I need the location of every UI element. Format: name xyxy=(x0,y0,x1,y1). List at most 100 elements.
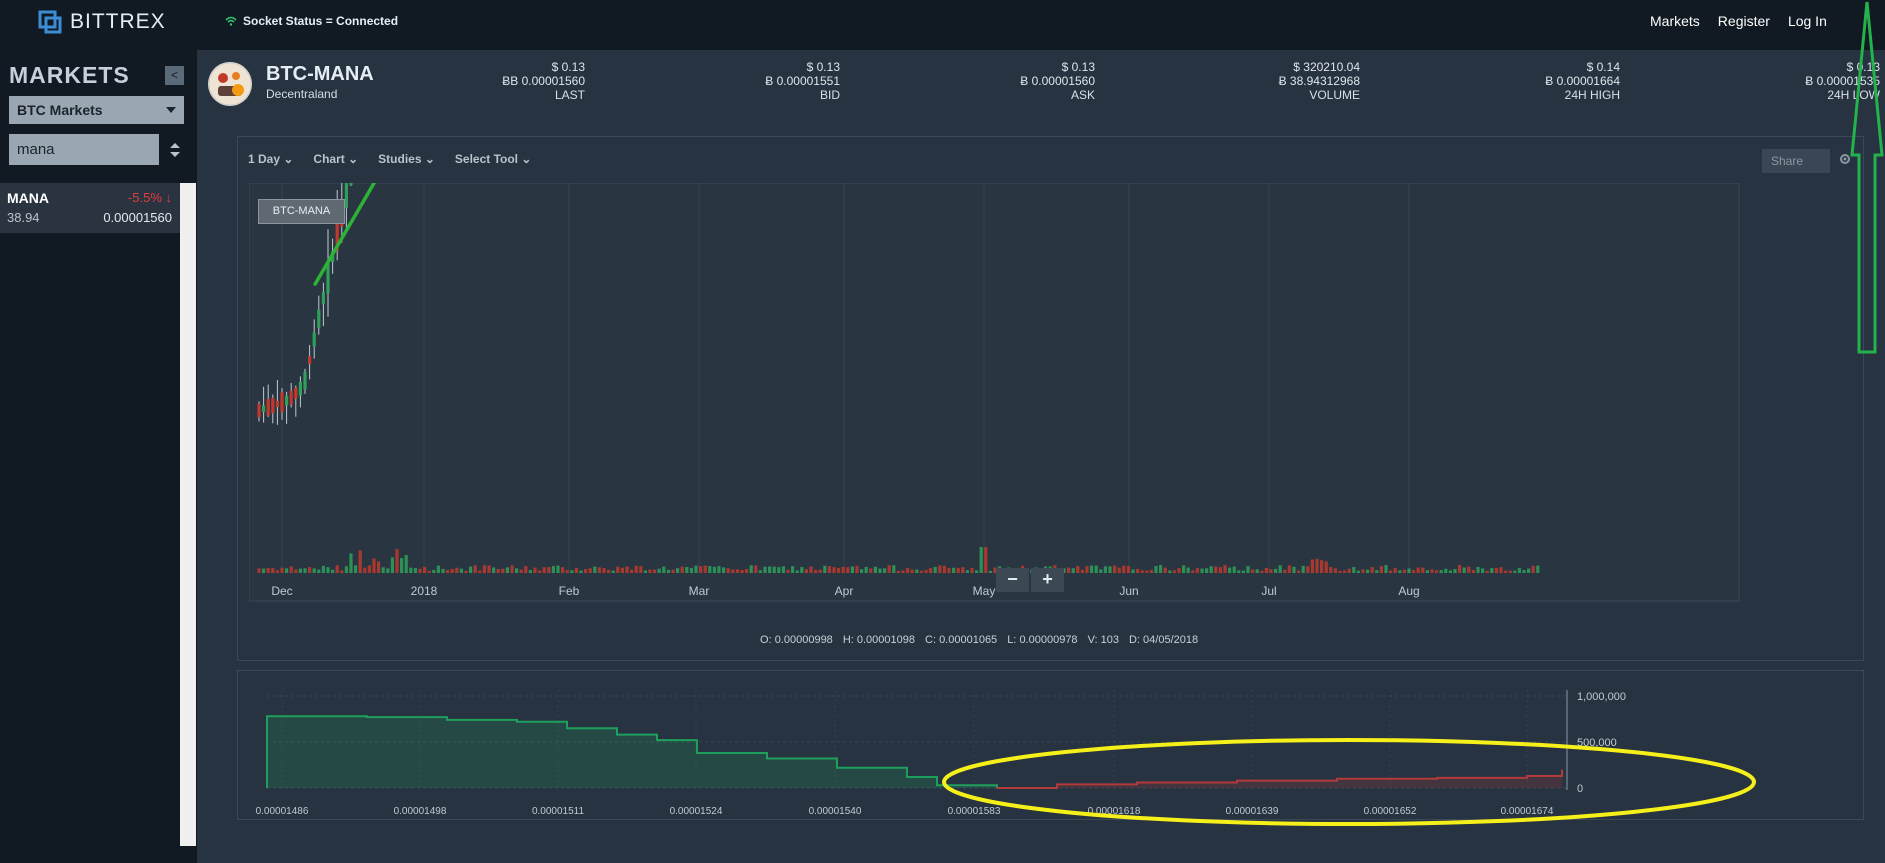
volume-bar xyxy=(1499,567,1503,573)
volume-bar xyxy=(952,567,956,573)
x-tick-label: Mar xyxy=(689,584,710,598)
sort-icon[interactable] xyxy=(169,142,181,158)
volume-bar xyxy=(1329,566,1333,573)
candle xyxy=(294,387,298,399)
market-select-value: BTC Markets xyxy=(17,102,103,118)
volume-bar xyxy=(772,566,776,573)
interval-dropdown[interactable]: 1 Day ⌄ xyxy=(248,152,293,166)
depth-x-tick-label: 0.00001486 xyxy=(256,806,309,817)
volume-bar xyxy=(1228,567,1232,573)
volume-bar xyxy=(1379,566,1383,573)
market-select[interactable]: BTC Markets xyxy=(9,96,184,124)
volume-bar xyxy=(1145,570,1149,573)
volume-bar xyxy=(689,567,693,573)
volume-bar xyxy=(584,569,588,573)
volume-bar xyxy=(257,568,261,573)
volume-bar xyxy=(367,565,371,573)
volume-bar xyxy=(818,569,822,573)
nav-register[interactable]: Register xyxy=(1718,13,1770,29)
nav-markets[interactable]: Markets xyxy=(1650,13,1700,29)
depth-chart[interactable]: 1,000,000500,00000.00001486 0.00001498 0.0… xyxy=(237,670,1885,830)
share-button[interactable]: Share xyxy=(1762,149,1830,173)
sidebar-collapse-button[interactable]: < xyxy=(165,66,184,85)
volume-bar xyxy=(538,570,542,573)
volume-bar xyxy=(653,569,657,573)
volume-bar xyxy=(975,570,979,573)
volume-bar xyxy=(432,569,436,573)
zoom-in-button[interactable]: + xyxy=(1031,568,1064,592)
volume-bar xyxy=(588,568,592,573)
sidebar-scrollbar[interactable] xyxy=(180,183,196,846)
volume-bar xyxy=(1356,570,1360,573)
candle xyxy=(317,309,321,328)
chart-type-dropdown[interactable]: Chart ⌄ xyxy=(313,152,358,166)
market-search-input[interactable]: mana xyxy=(9,134,159,165)
volume-bar xyxy=(275,570,279,573)
depth-x-tick-label: 0.00001652 xyxy=(1364,806,1417,817)
volume-bar xyxy=(648,569,652,573)
stat-label: ASK xyxy=(1070,88,1095,102)
volume-bar xyxy=(1099,569,1103,573)
volume-bar xyxy=(1177,568,1181,573)
chart-toolbar: 1 Day ⌄ Chart ⌄ Studies ⌄ Select Tool ⌄ xyxy=(248,152,531,166)
zoom-out-button[interactable]: − xyxy=(996,568,1029,592)
volume-bar xyxy=(864,566,868,573)
volume-bar xyxy=(400,558,404,573)
volume-bar xyxy=(717,566,721,573)
volume-bar xyxy=(703,565,707,573)
volume-bar xyxy=(377,561,381,573)
volume-bar xyxy=(1435,570,1439,573)
market-volume: 38.94 xyxy=(7,210,40,225)
volume-bar xyxy=(745,569,749,573)
volume-bar xyxy=(1467,566,1471,573)
volume-bar xyxy=(551,565,555,573)
volume-bar xyxy=(381,567,385,573)
market-row-mana[interactable]: MANA -5.5% ↓ 38.94 0.00001560 xyxy=(0,183,180,233)
x-tick-label: Dec xyxy=(271,584,292,598)
volume-bar xyxy=(1458,565,1462,573)
volume-bar xyxy=(519,569,523,573)
candle xyxy=(308,356,312,364)
volume-bar xyxy=(1324,561,1328,573)
volume-bar xyxy=(1076,566,1080,573)
volume-bar xyxy=(533,567,537,573)
x-tick-label: Aug xyxy=(1398,584,1419,598)
volume-bar xyxy=(505,567,509,573)
volume-bar xyxy=(919,570,923,573)
volume-bar xyxy=(1085,566,1089,573)
volume-bar xyxy=(680,566,684,573)
volume-bar xyxy=(892,565,896,573)
volume-bar xyxy=(1384,565,1388,573)
volume-bar xyxy=(984,547,988,573)
decentraland-coin-icon xyxy=(208,62,252,106)
volume-bar xyxy=(791,566,795,573)
zoom-controls: − + xyxy=(996,568,1064,592)
volume-bar xyxy=(1306,566,1310,573)
volume-bar xyxy=(1398,570,1402,573)
volume-bar xyxy=(611,570,615,573)
candle xyxy=(257,403,261,418)
volume-bar xyxy=(561,567,565,573)
select-tool-dropdown[interactable]: Select Tool ⌄ xyxy=(455,152,532,166)
volume-bar xyxy=(1347,568,1351,573)
nav-login[interactable]: Log In xyxy=(1788,13,1827,29)
price-chart[interactable]: 0.000025000.000020000.000015000.00001000… xyxy=(249,183,1792,603)
stat-last: $ 0.13 ɃB 0.00001560 LAST xyxy=(470,60,585,102)
market-price: 0.00001560 xyxy=(103,210,172,225)
volume-bar xyxy=(1149,569,1153,573)
socket-status-label: Socket Status = Connected xyxy=(243,14,399,28)
volume-bar xyxy=(933,566,937,573)
volume-bar xyxy=(910,569,914,573)
stat-usd: $ 320210.04 xyxy=(1293,60,1360,74)
stat-label: BID xyxy=(819,88,840,102)
volume-bar xyxy=(846,567,850,573)
volume-bar xyxy=(1494,567,1498,573)
volume-bar xyxy=(487,565,491,573)
bittrex-logo[interactable]: BITTREX xyxy=(38,10,166,34)
studies-dropdown[interactable]: Studies ⌄ xyxy=(378,152,435,166)
volume-bar xyxy=(1481,568,1485,573)
pair-subtitle: Decentraland xyxy=(266,87,338,101)
volume-bar xyxy=(873,566,877,573)
volume-bar xyxy=(1375,570,1379,573)
volume-bar xyxy=(800,566,804,573)
